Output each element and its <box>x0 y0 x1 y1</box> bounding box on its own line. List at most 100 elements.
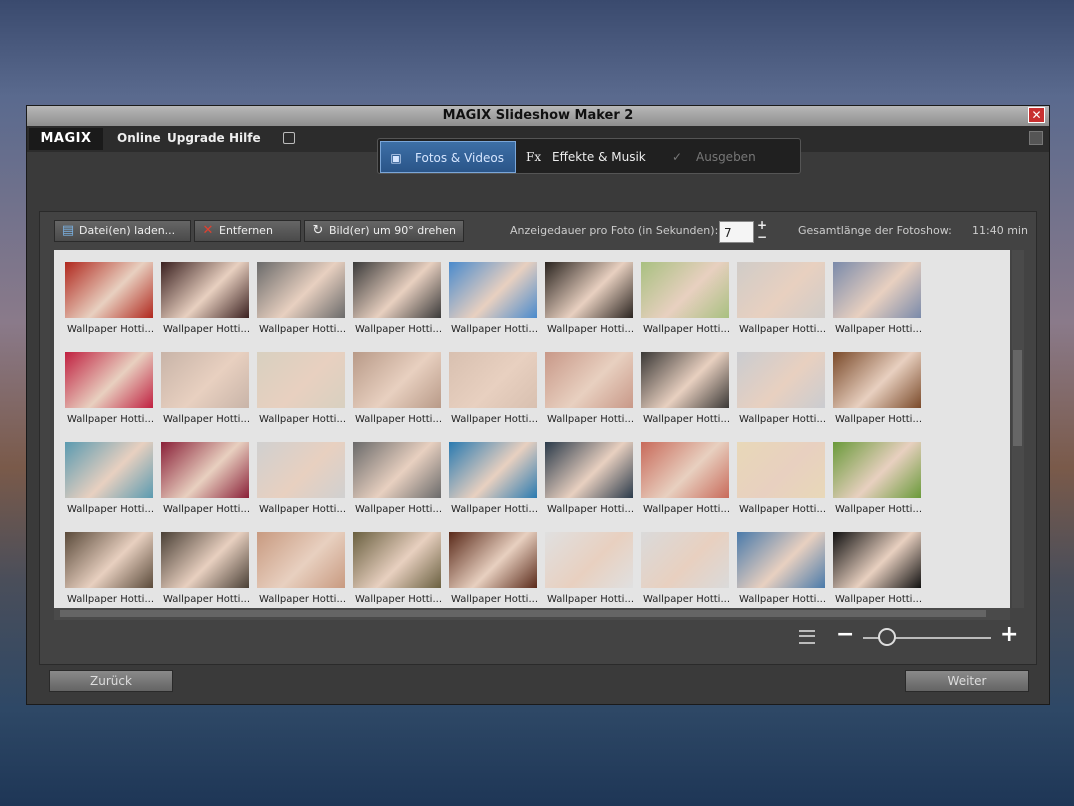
thumbnail-grid[interactable]: Wallpaper Hotti... Wallpaper Hotti... Wall… <box>54 250 1010 608</box>
photo-thumbnail[interactable] <box>161 532 249 588</box>
photo-thumbnail[interactable] <box>161 352 249 408</box>
photo-thumbnail[interactable] <box>65 532 153 588</box>
title-bar[interactable]: MAGIX Slideshow Maker 2 ✕ <box>27 106 1049 126</box>
next-button[interactable]: Weiter <box>905 670 1029 692</box>
photo-thumbnail[interactable] <box>545 532 633 588</box>
photo-caption: Wallpaper Hotti... <box>163 324 250 335</box>
photo-caption: Wallpaper Hotti... <box>643 324 730 335</box>
photo-thumbnail[interactable] <box>737 532 825 588</box>
tab-fotos-videos[interactable]: ▣ Fotos & Videos <box>380 141 516 173</box>
photo-caption: Wallpaper Hotti... <box>451 594 538 605</box>
photo-thumbnail[interactable] <box>737 442 825 498</box>
duration-input[interactable]: 7 <box>719 221 754 243</box>
photo-caption: Wallpaper Hotti... <box>67 504 154 515</box>
photo-thumbnail[interactable] <box>353 352 441 408</box>
photo-thumbnail[interactable] <box>257 262 345 318</box>
vertical-scrollbar[interactable] <box>1012 250 1024 608</box>
tab-ausgeben: ✓ Ausgeben <box>662 141 798 173</box>
photo-thumbnail[interactable] <box>65 262 153 318</box>
zoom-slider-knob[interactable] <box>878 628 896 646</box>
rotate-button[interactable]: ↻ Bild(er) um 90° drehen <box>304 220 464 242</box>
horizontal-scroll-thumb[interactable] <box>60 610 986 617</box>
photo-thumbnail[interactable] <box>545 352 633 408</box>
photo-thumbnail[interactable] <box>737 352 825 408</box>
photo-thumbnail[interactable] <box>833 442 921 498</box>
menu-hilfe[interactable]: Hilfe <box>229 131 261 145</box>
load-files-button[interactable]: ▤ Datei(en) laden... <box>54 220 191 242</box>
photo-thumbnail[interactable] <box>833 262 921 318</box>
photo-thumbnail[interactable] <box>161 262 249 318</box>
photo-caption: Wallpaper Hotti... <box>355 324 442 335</box>
photo-caption: Wallpaper Hotti... <box>739 324 826 335</box>
remove-button[interactable]: ✕ Entfernen <box>194 220 301 242</box>
photo-caption: Wallpaper Hotti... <box>451 324 538 335</box>
photo-thumbnail[interactable] <box>449 532 537 588</box>
vertical-scroll-thumb[interactable] <box>1013 350 1022 446</box>
photo-caption: Wallpaper Hotti... <box>451 504 538 515</box>
duration-up-button[interactable]: + <box>757 219 767 231</box>
photo-caption: Wallpaper Hotti... <box>163 414 250 425</box>
photo-thumbnail[interactable] <box>353 442 441 498</box>
photo-caption: Wallpaper Hotti... <box>355 414 442 425</box>
total-length-value: 11:40 min <box>972 224 1028 237</box>
photo-thumbnail[interactable] <box>353 262 441 318</box>
media-panel: ▤ Datei(en) laden... ✕ Entfernen ↻ Bild(er)… <box>39 211 1037 665</box>
step-tabs: ▣ Fotos & Videos Fx Effekte & Musik ✓ Ausge… <box>377 138 801 174</box>
photo-caption: Wallpaper Hotti... <box>547 594 634 605</box>
photo-thumbnail[interactable] <box>737 262 825 318</box>
photo-thumbnail[interactable] <box>545 442 633 498</box>
photo-caption: Wallpaper Hotti... <box>67 414 154 425</box>
photo-caption: Wallpaper Hotti... <box>739 504 826 515</box>
photo-caption: Wallpaper Hotti... <box>739 414 826 425</box>
close-icon[interactable]: ✕ <box>1028 107 1045 123</box>
photo-thumbnail[interactable] <box>545 262 633 318</box>
photo-caption: Wallpaper Hotti... <box>259 504 346 515</box>
photo-thumbnail[interactable] <box>65 352 153 408</box>
photo-caption: Wallpaper Hotti... <box>835 414 922 425</box>
photo-caption: Wallpaper Hotti... <box>643 414 730 425</box>
zoom-in-icon[interactable]: + <box>1000 622 1018 647</box>
duration-down-button[interactable]: − <box>757 231 767 243</box>
magix-logo: MAGIX <box>29 128 103 150</box>
photo-thumbnail[interactable] <box>449 352 537 408</box>
photo-caption: Wallpaper Hotti... <box>547 414 634 425</box>
menu-upgrade[interactable]: Upgrade <box>167 131 225 145</box>
photo-thumbnail[interactable] <box>641 532 729 588</box>
photo-caption: Wallpaper Hotti... <box>259 594 346 605</box>
photo-caption: Wallpaper Hotti... <box>643 504 730 515</box>
menu-online[interactable]: Online <box>117 131 161 145</box>
photo-thumbnail[interactable] <box>65 442 153 498</box>
tab-effekte-musik[interactable]: Fx Effekte & Musik <box>518 141 660 173</box>
photo-caption: Wallpaper Hotti... <box>163 594 250 605</box>
photo-thumbnail[interactable] <box>641 442 729 498</box>
folder-icon: ▤ <box>61 223 75 238</box>
photo-thumbnail[interactable] <box>161 442 249 498</box>
photo-caption: Wallpaper Hotti... <box>643 594 730 605</box>
app-window: MAGIX Slideshow Maker 2 ✕ MAGIX Online U… <box>26 105 1050 705</box>
horizontal-scrollbar[interactable] <box>54 608 1010 620</box>
photo-thumbnail[interactable] <box>257 442 345 498</box>
rotate-icon: ↻ <box>312 223 324 238</box>
window-title: MAGIX Slideshow Maker 2 <box>442 108 634 123</box>
zoom-out-icon[interactable]: − <box>836 622 854 647</box>
photo-caption: Wallpaper Hotti... <box>835 594 922 605</box>
feedback-icon[interactable] <box>283 132 295 144</box>
photo-thumbnail[interactable] <box>641 262 729 318</box>
photo-caption: Wallpaper Hotti... <box>547 504 634 515</box>
photo-thumbnail[interactable] <box>257 532 345 588</box>
photo-thumbnail[interactable] <box>833 532 921 588</box>
photo-thumbnail[interactable] <box>449 262 537 318</box>
photo-caption: Wallpaper Hotti... <box>355 504 442 515</box>
photo-thumbnail[interactable] <box>353 532 441 588</box>
photo-thumbnail[interactable] <box>449 442 537 498</box>
photo-caption: Wallpaper Hotti... <box>163 504 250 515</box>
back-button[interactable]: Zurück <box>49 670 173 692</box>
photo-thumbnail[interactable] <box>641 352 729 408</box>
list-view-icon[interactable] <box>799 630 815 644</box>
photo-caption: Wallpaper Hotti... <box>259 324 346 335</box>
photo-thumbnail[interactable] <box>257 352 345 408</box>
photo-caption: Wallpaper Hotti... <box>835 324 922 335</box>
photo-caption: Wallpaper Hotti... <box>739 594 826 605</box>
photo-thumbnail[interactable] <box>833 352 921 408</box>
settings-button[interactable] <box>1029 131 1043 145</box>
